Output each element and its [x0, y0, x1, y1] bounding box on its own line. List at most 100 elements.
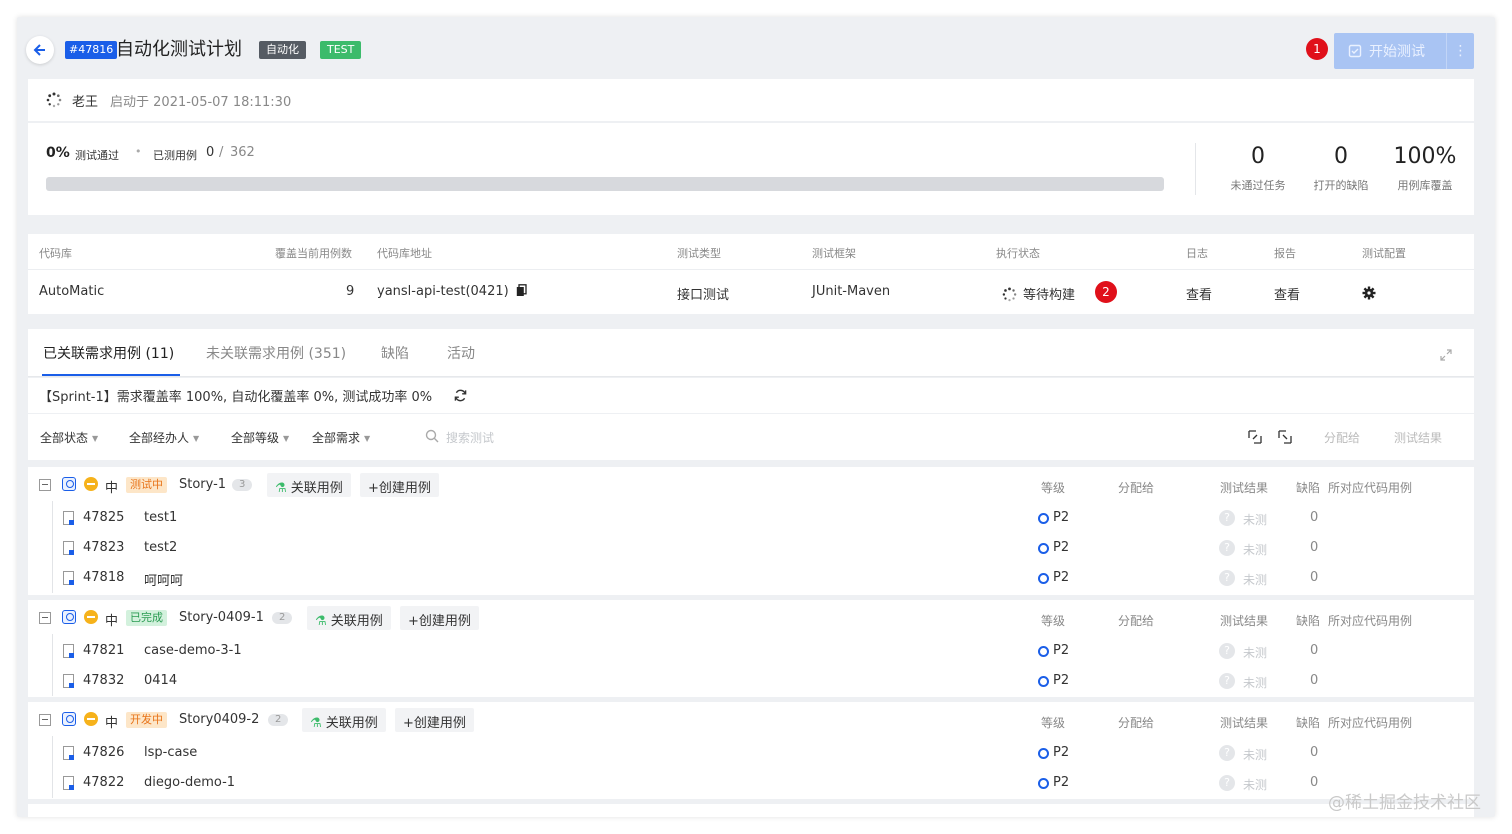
- case-defects: 0: [1310, 540, 1319, 555]
- pass-label: 测试通过: [75, 149, 119, 162]
- test-tag: TEST: [320, 41, 362, 59]
- case-row[interactable]: 47821 case-demo-3-1 P2 ? 未测 0: [28, 636, 1474, 666]
- case-tabs: 已关联需求用例 (11) 未关联需求用例 (351) 缺陷 活动: [28, 329, 1474, 377]
- case-id: 47826: [83, 745, 125, 760]
- tab-activity[interactable]: 活动: [447, 343, 475, 363]
- refresh-icon[interactable]: [454, 389, 467, 402]
- col-level: 等级: [1041, 614, 1066, 628]
- link-case-label: 关联用例: [290, 481, 343, 496]
- stat-failed-tasks[interactable]: 0 未通过任务: [1218, 143, 1298, 193]
- collapse-icon[interactable]: [39, 612, 51, 624]
- search-input[interactable]: 搜索测试: [446, 429, 494, 446]
- case-row[interactable]: 47832 0414 P2 ? 未测 0: [28, 666, 1474, 696]
- filter-level[interactable]: 全部等级 ▼: [231, 429, 289, 446]
- create-case-button[interactable]: +创建用例: [400, 606, 479, 630]
- col-code-case: 所对应代码用例: [1328, 716, 1413, 730]
- collapse-icon[interactable]: [39, 714, 51, 726]
- col-level: 等级: [1041, 716, 1066, 730]
- active-tab-indicator: [42, 374, 180, 376]
- view-report-link[interactable]: 查看: [1274, 284, 1300, 303]
- col-level: 等级: [1041, 481, 1066, 495]
- create-case-button[interactable]: +创建用例: [395, 708, 474, 732]
- more-options-icon[interactable]: ⋮: [1446, 33, 1474, 69]
- link-case-label: 关联用例: [325, 716, 378, 731]
- expand-icon[interactable]: [1440, 349, 1452, 365]
- link-case-button[interactable]: ⚗ 关联用例: [302, 708, 386, 732]
- page-title: 自动化测试计划: [116, 39, 242, 60]
- filter-status[interactable]: 全部状态 ▼: [40, 429, 98, 446]
- assign-button[interactable]: 分配给: [1324, 429, 1360, 446]
- filter-level-label: 全部等级: [231, 431, 280, 445]
- flask-icon: ⚗: [275, 481, 287, 496]
- bulk-unlink-icon[interactable]: [1277, 429, 1293, 449]
- tab-unlinked-cases[interactable]: 未关联需求用例 (351): [206, 343, 346, 363]
- case-name[interactable]: lsp-case: [144, 745, 197, 760]
- stat-value: 0: [1251, 144, 1265, 169]
- filter-assignee[interactable]: 全部经办人 ▼: [129, 429, 199, 446]
- case-name[interactable]: case-demo-3-1: [144, 643, 242, 658]
- test-framework: JUnit-Maven: [812, 284, 891, 299]
- settings-gear-icon[interactable]: [1362, 286, 1376, 304]
- case-row[interactable]: 47823 test2 P2 ? 未测 0: [28, 533, 1474, 563]
- case-row[interactable]: 47822 diego-demo-1 P2 ? 未测 0: [28, 768, 1474, 798]
- question-icon: ?: [1219, 570, 1235, 586]
- col-repo: 代码库: [39, 247, 72, 260]
- search-icon: [425, 429, 439, 447]
- case-name[interactable]: 呵呵呵: [144, 570, 183, 589]
- case-level: P2: [1053, 643, 1070, 658]
- level-ring-icon: [1038, 513, 1049, 524]
- loading-spinner-icon: [46, 92, 62, 108]
- loading-spinner-icon: [1002, 287, 1017, 302]
- watermark: @稀土掘金技术社区: [1328, 793, 1481, 813]
- tab-linked-cases[interactable]: 已关联需求用例 (11): [43, 343, 174, 363]
- col-result: 测试结果: [1220, 481, 1269, 495]
- story-header: 中 已完成 Story-0409-1 2 ⚗ 关联用例 +创建用例 等级 分配给…: [28, 600, 1474, 634]
- bulk-link-icon[interactable]: [1247, 429, 1263, 449]
- case-row[interactable]: 47825 test1 P2 ? 未测 0: [28, 503, 1474, 533]
- stat-label: 未通过任务: [1230, 179, 1286, 192]
- link-case-button[interactable]: ⚗ 关联用例: [307, 606, 391, 630]
- view-log-link[interactable]: 查看: [1186, 284, 1212, 303]
- col-result: 测试结果: [1220, 614, 1269, 628]
- repo-address-text: yansl-api-test(0421): [377, 284, 509, 299]
- case-defects: 0: [1310, 570, 1319, 585]
- start-test-button[interactable]: 开始测试 ⋮: [1334, 33, 1474, 69]
- collapse-icon[interactable]: [39, 479, 51, 491]
- stat-library-coverage[interactable]: 100% 用例库覆盖: [1385, 143, 1465, 193]
- case-row[interactable]: 47818 呵呵呵 P2 ? 未测 0: [28, 563, 1474, 593]
- col-assign: 分配给: [1118, 481, 1155, 495]
- stat-open-defects[interactable]: 0 打开的缺陷: [1301, 143, 1381, 193]
- story-name[interactable]: Story-0409-1: [179, 610, 264, 625]
- col-defect: 缺陷: [1296, 614, 1321, 628]
- story-name[interactable]: Story0409-2: [179, 712, 259, 727]
- test-type: 接口测试: [677, 288, 730, 303]
- link-case-button[interactable]: ⚗ 关联用例: [267, 473, 351, 497]
- create-case-button[interactable]: +创建用例: [360, 473, 439, 497]
- case-defects: 0: [1310, 673, 1319, 688]
- repo-name: AutoMatic: [39, 284, 105, 299]
- stat-label: 打开的缺陷: [1313, 179, 1369, 192]
- case-row[interactable]: 47826 lsp-case P2 ? 未测 0: [28, 738, 1474, 768]
- requirement-icon: [62, 477, 76, 491]
- case-name[interactable]: diego-demo-1: [144, 775, 235, 790]
- back-button[interactable]: [26, 36, 54, 64]
- tab-defects[interactable]: 缺陷: [381, 343, 409, 363]
- priority-medium-icon: [84, 712, 98, 726]
- level-ring-icon: [1038, 646, 1049, 657]
- case-name[interactable]: test2: [144, 540, 177, 555]
- copy-icon[interactable]: [516, 284, 527, 297]
- test-doc-icon: [1348, 44, 1362, 58]
- test-result-button[interactable]: 测试结果: [1394, 429, 1442, 446]
- case-name[interactable]: 0414: [144, 673, 177, 688]
- question-icon: ?: [1219, 510, 1235, 526]
- header-bar: #47816 自动化测试计划 自动化 TEST 1 开始测试 ⋮: [17, 17, 1495, 79]
- filter-requirement[interactable]: 全部需求 ▼: [312, 429, 370, 446]
- tested-separator: /: [219, 145, 224, 160]
- repo-address[interactable]: yansl-api-test(0421): [377, 284, 527, 299]
- status-badge: 测试中: [126, 477, 167, 493]
- story-name[interactable]: Story-1: [179, 477, 226, 492]
- case-level: P2: [1053, 570, 1070, 585]
- question-icon: ?: [1219, 745, 1235, 761]
- case-name[interactable]: test1: [144, 510, 177, 525]
- status-badge: 开发中: [126, 712, 167, 728]
